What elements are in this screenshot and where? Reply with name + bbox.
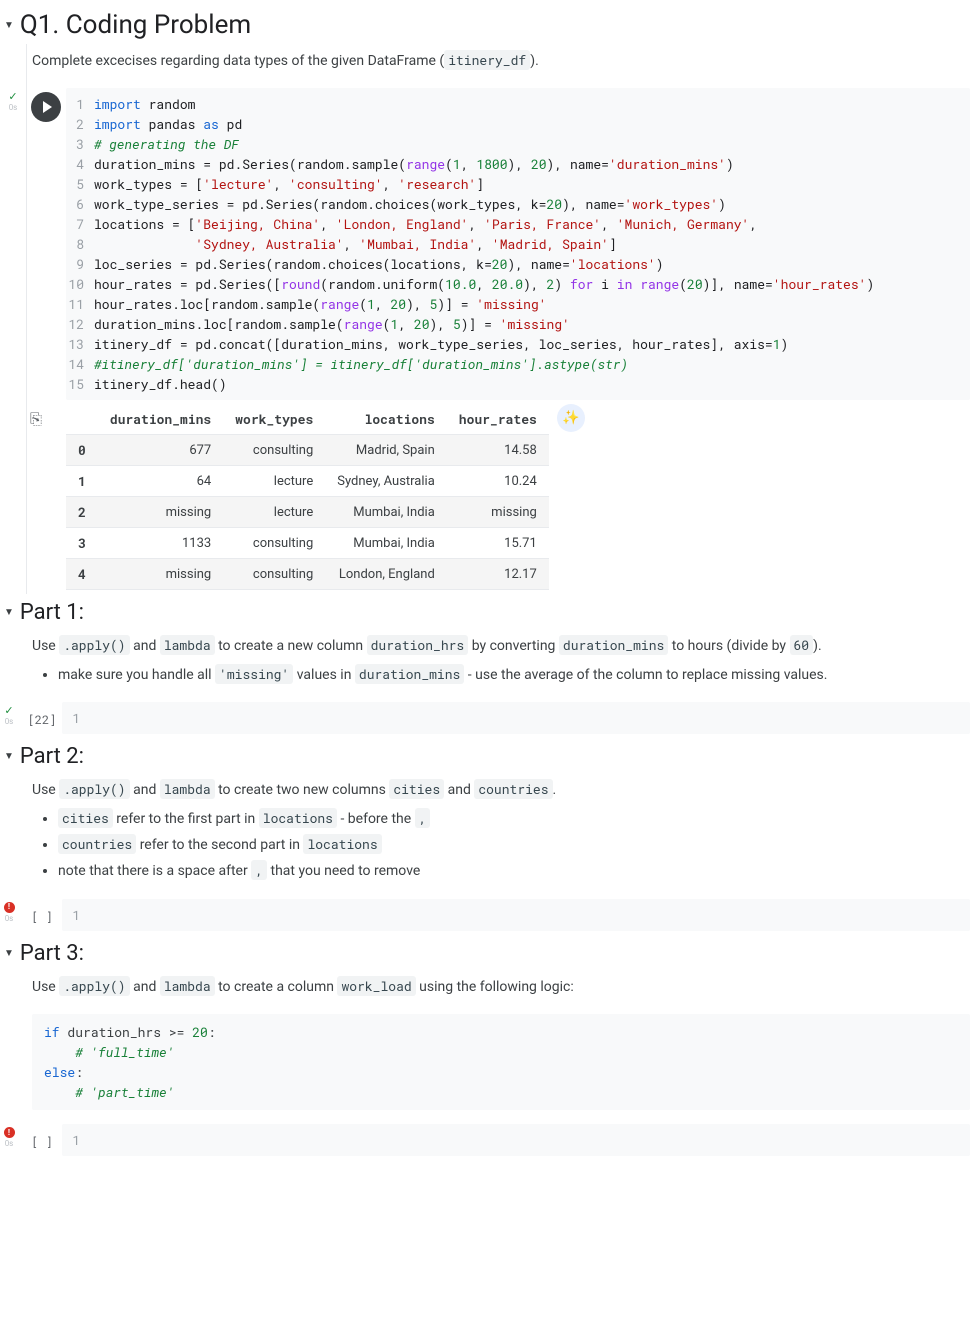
table-header: work_types <box>223 404 325 435</box>
code-block: if duration_hrs >= 20: # 'full_time'else… <box>32 1014 970 1110</box>
output-expand-icon[interactable]: ⎘ <box>22 404 66 590</box>
exec-duration: 0s <box>9 103 18 112</box>
cell-status-gutter: ✓ 0s <box>4 88 22 400</box>
table-row: 0677consultingMadrid, Spain14.58 <box>66 435 549 466</box>
chevron-down-icon: ▼ <box>4 751 14 762</box>
exec-count: [ ] <box>31 1128 53 1150</box>
code-editor[interactable]: 1 <box>62 702 970 734</box>
section-toggle[interactable]: ▼ Part 1: <box>4 600 970 625</box>
section-part3: ▼ Part 3: Use .apply() and lambda to cre… <box>4 941 970 1110</box>
cell-status-gutter: ! 0s <box>0 1124 18 1156</box>
code-cell-part1: ✓ 0s [22] 1 <box>0 702 970 734</box>
code-cell-q1: ✓ 0s 1import random2import pandas as pd3… <box>4 88 970 400</box>
check-icon: ✓ <box>4 705 13 716</box>
section-part1: ▼ Part 1: Use .apply() and lambda to cre… <box>4 600 970 686</box>
run-cell-button[interactable] <box>31 92 61 122</box>
heading-part3: Part 3: <box>20 941 84 966</box>
heading-q1: Q1. Coding Problem <box>20 10 251 40</box>
exec-duration: 0s <box>5 914 14 923</box>
heading-part1: Part 1: <box>20 600 84 625</box>
chevron-down-icon: ▼ <box>4 948 14 959</box>
table-row: 4missingconsultingLondon, England12.17 <box>66 559 549 590</box>
error-icon: ! <box>4 902 15 913</box>
code-editor[interactable]: 1 <box>62 899 970 931</box>
part3-description: Use .apply() and lambda to create a colu… <box>32 976 970 998</box>
code-editor[interactable]: 1 <box>62 1124 970 1156</box>
table-row: 2missinglectureMumbai, Indiamissing <box>66 497 549 528</box>
check-icon: ✓ <box>8 91 17 102</box>
q1-description: Complete excecises regarding data types … <box>32 50 970 72</box>
exec-count: [22] <box>28 706 57 728</box>
table-header: hour_rates <box>447 404 549 435</box>
code-editor[interactable]: 1import random2import pandas as pd3# gen… <box>66 88 970 400</box>
list-item: countries refer to the second part in lo… <box>58 834 970 856</box>
cell-output: ⎘ duration_minswork_typeslocationshour_r… <box>22 404 970 590</box>
table-header: locations <box>325 404 447 435</box>
section-q1: ▼ Q1. Coding Problem Complete excecises … <box>4 10 970 590</box>
exec-count: [ ] <box>31 903 53 925</box>
table-header <box>66 404 98 435</box>
list-item: cities refer to the first part in locati… <box>58 808 970 830</box>
cell-status-gutter: ! 0s <box>0 899 18 931</box>
exec-duration: 0s <box>5 717 14 726</box>
list-item: note that there is a space after , that … <box>58 860 970 882</box>
chevron-down-icon: ▼ <box>4 607 14 618</box>
heading-part2: Part 2: <box>20 744 84 769</box>
list-item: make sure you handle all 'missing' value… <box>58 664 970 686</box>
magic-wand-icon[interactable]: ✨ <box>557 404 585 432</box>
code-cell-part2: ! 0s [ ] 1 <box>0 899 970 931</box>
section-toggle[interactable]: ▼ Q1. Coding Problem <box>4 10 970 40</box>
part1-description: Use .apply() and lambda to create a new … <box>32 635 970 686</box>
section-indent-line <box>26 44 27 594</box>
code-cell-part3: ! 0s [ ] 1 <box>0 1124 970 1156</box>
section-toggle[interactable]: ▼ Part 3: <box>4 941 970 966</box>
exec-duration: 0s <box>5 1139 14 1148</box>
cell-status-gutter: ✓ 0s <box>0 702 18 734</box>
table-row: 164lectureSydney, Australia10.24 <box>66 466 549 497</box>
section-part2: ▼ Part 2: Use .apply() and lambda to cre… <box>4 744 970 883</box>
play-icon <box>43 101 52 113</box>
part2-description: Use .apply() and lambda to create two ne… <box>32 779 970 883</box>
table-header: duration_mins <box>98 404 223 435</box>
table-row: 31133consultingMumbai, India15.71 <box>66 528 549 559</box>
dataframe-table: duration_minswork_typeslocationshour_rat… <box>66 404 549 590</box>
section-toggle[interactable]: ▼ Part 2: <box>4 744 970 769</box>
error-icon: ! <box>4 1127 15 1138</box>
chevron-down-icon: ▼ <box>4 20 14 31</box>
